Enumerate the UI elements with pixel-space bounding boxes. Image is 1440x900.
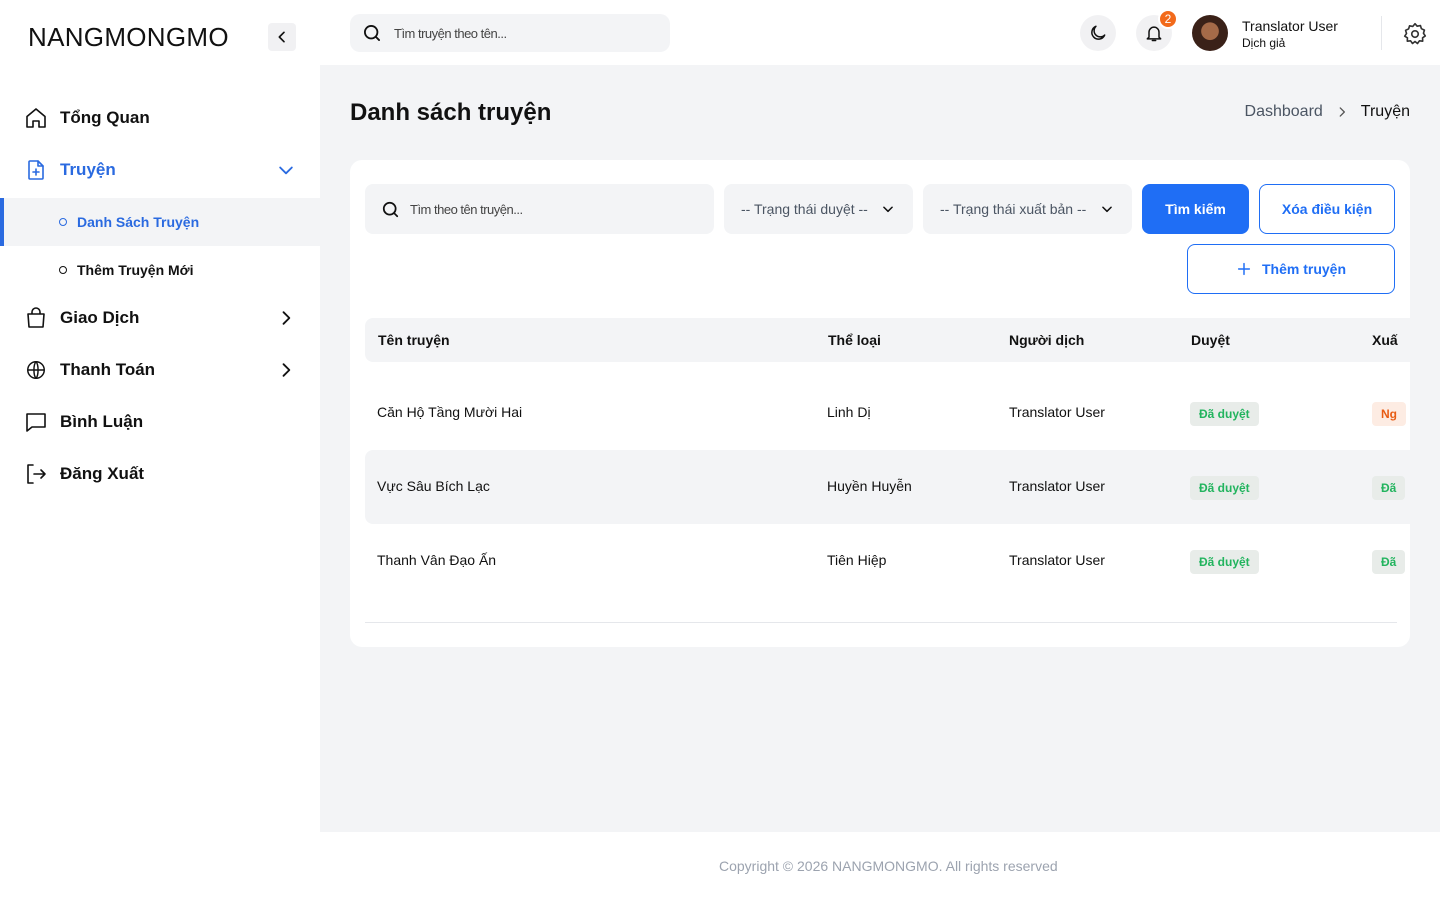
shopping-bag-icon — [24, 306, 48, 330]
publish-status-badge: Đã — [1372, 476, 1406, 500]
sidebar-item-label: Giao Dịch — [60, 308, 140, 327]
sidebar-item-payments[interactable]: Thanh Toán — [0, 346, 320, 394]
sidebar-item-label: Tổng Quan — [60, 108, 150, 127]
sidebar-item-comments[interactable]: Bình Luận — [0, 398, 320, 446]
column-header-approval: Duyệt — [1191, 332, 1230, 348]
chevron-left-icon — [278, 31, 285, 43]
publish-status-badge: Ng — [1372, 402, 1406, 426]
story-name: Thanh Vân Đạo Ấn — [377, 552, 497, 568]
globe-icon — [24, 358, 48, 382]
search-icon — [364, 25, 380, 41]
table-row[interactable]: Căn Hộ Tầng Mười Hai Linh Dị Translator … — [365, 376, 1410, 450]
breadcrumb-dashboard-link[interactable]: Dashboard — [1245, 103, 1323, 121]
chevron-down-icon — [275, 159, 297, 181]
page-title: Danh sách truyện — [350, 99, 552, 126]
story-name: Vực Sâu Bích Lạc — [377, 478, 490, 494]
sidebar-item-overview[interactable]: Tổng Quan — [0, 94, 320, 142]
column-header-genre: Thể loại — [828, 332, 881, 348]
sidebar: NANGMONGMO Tổng Quan Truyện Danh Sách Tr… — [0, 0, 320, 900]
notification-count-badge: 2 — [1158, 9, 1178, 29]
message-square-icon — [24, 410, 48, 434]
home-icon — [24, 106, 48, 130]
main-content: Danh sách truyện Dashboard Truyện -- Trạ… — [320, 65, 1440, 832]
table-row[interactable]: Thanh Vân Đạo Ấn Tiên Hiệp Translator Us… — [365, 524, 1410, 598]
publish-status-badge: Đã — [1372, 550, 1406, 574]
story-genre: Tiên Hiệp — [827, 552, 887, 568]
add-story-button[interactable]: Thêm truyện — [1187, 244, 1395, 294]
sidebar-subitem-label: Thêm Truyện Mới — [77, 262, 194, 278]
add-story-label: Thêm truyện — [1261, 261, 1346, 277]
table-header: Tên truyện Thể loại Người dịch Duyệt Xuấ — [365, 318, 1410, 362]
chevron-down-icon — [883, 206, 893, 213]
approval-status-badge: Đã duyệt — [1190, 476, 1259, 500]
publish-status-value: -- Trạng thái xuất bản -- — [940, 201, 1087, 217]
bullet-icon — [59, 266, 67, 274]
logout-icon — [24, 462, 48, 486]
search-icon — [382, 201, 399, 218]
approval-status-badge: Đã duyệt — [1190, 402, 1259, 426]
chevron-right-icon — [275, 359, 297, 381]
sidebar-item-transactions[interactable]: Giao Dịch — [0, 294, 320, 342]
story-list-card: -- Trạng thái duyệt -- -- Trạng thái xuấ… — [350, 160, 1410, 647]
gear-icon — [1403, 22, 1427, 45]
sidebar-item-label: Đăng Xuất — [60, 464, 145, 483]
sidebar-item-label: Bình Luận — [60, 412, 144, 431]
publish-status-select[interactable]: -- Trạng thái xuất bản -- — [923, 184, 1132, 234]
breadcrumb: Dashboard Truyện — [1245, 103, 1410, 121]
topbar: 2 Translator User Dịch giả — [320, 0, 1440, 65]
story-translator: Translator User — [1009, 552, 1105, 568]
sidebar-subitem-add-story[interactable]: Thêm Truyện Mới — [0, 246, 320, 294]
approval-status-badge: Đã duyệt — [1190, 550, 1259, 574]
sidebar-item-label: Thanh Toán — [60, 360, 156, 379]
user-role: Dịch giả — [1242, 36, 1286, 50]
global-search — [350, 14, 670, 52]
global-search-input[interactable] — [394, 14, 664, 52]
file-plus-icon — [24, 158, 48, 182]
breadcrumb-current: Truyện — [1360, 103, 1410, 120]
chevron-right-icon — [1335, 105, 1349, 119]
avatar[interactable] — [1192, 15, 1228, 51]
sidebar-item-stories[interactable]: Truyện — [0, 146, 320, 194]
approval-status-select[interactable]: -- Trạng thái duyệt -- — [724, 184, 913, 234]
settings-button[interactable] — [1401, 20, 1429, 48]
sidebar-item-logout[interactable]: Đăng Xuất — [0, 450, 320, 498]
user-name[interactable]: Translator User — [1242, 18, 1338, 34]
story-translator: Translator User — [1009, 404, 1105, 420]
column-header-translator: Người dịch — [1009, 332, 1085, 348]
approval-status-value: -- Trạng thái duyệt -- — [741, 201, 868, 217]
story-translator: Translator User — [1009, 478, 1105, 494]
clear-filters-button[interactable]: Xóa điều kiện — [1259, 184, 1395, 234]
story-search-field — [365, 184, 714, 234]
story-genre: Huyền Huyễn — [827, 478, 912, 494]
story-genre: Linh Dị — [827, 404, 871, 420]
sidebar-subitem-story-list[interactable]: Danh Sách Truyện — [0, 198, 320, 246]
theme-toggle-button[interactable] — [1080, 15, 1116, 51]
moon-icon — [1091, 25, 1106, 40]
chevron-down-icon — [1102, 206, 1112, 213]
brand-logo[interactable]: NANGMONGMO — [28, 22, 229, 53]
plus-icon — [1237, 262, 1251, 276]
table-row[interactable]: Vực Sâu Bích Lạc Huyền Huyễn Translator … — [365, 450, 1410, 524]
column-header-name: Tên truyện — [378, 332, 450, 348]
divider — [1381, 16, 1382, 50]
copyright-text: Copyright © 2026 NANGMONGMO. All rights … — [719, 858, 1058, 874]
sidebar-subitem-label: Danh Sách Truyện — [77, 214, 200, 230]
collapse-sidebar-button[interactable] — [268, 23, 296, 51]
story-name: Căn Hộ Tầng Mười Hai — [377, 404, 523, 420]
story-search-input[interactable] — [410, 184, 705, 234]
search-button[interactable]: Tìm kiếm — [1142, 184, 1249, 234]
column-header-publish: Xuấ — [1372, 332, 1398, 348]
table-bottom-border — [365, 622, 1397, 623]
bullet-icon — [59, 218, 67, 226]
chevron-right-icon — [275, 307, 297, 329]
sidebar-item-label: Truyện — [60, 160, 116, 179]
footer: Copyright © 2026 NANGMONGMO. All rights … — [320, 832, 1440, 900]
